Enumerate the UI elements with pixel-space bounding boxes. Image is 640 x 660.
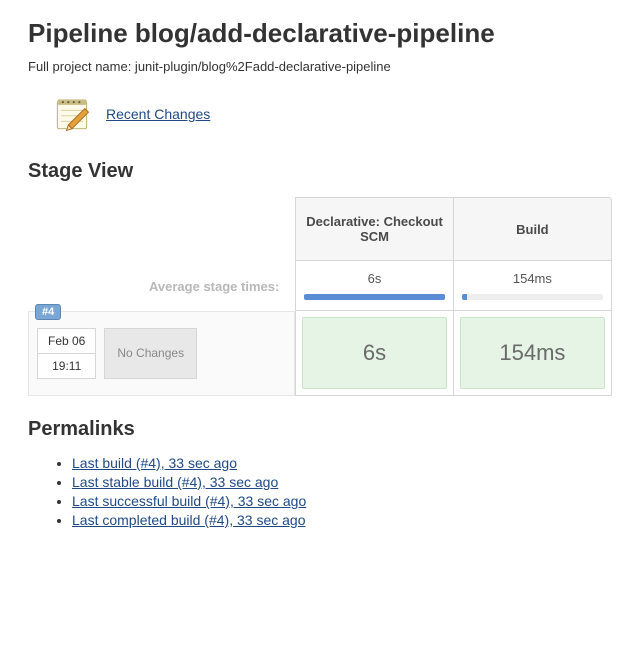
permalink-last-successful-build[interactable]: Last successful build (#4), 33 sec ago [72,493,306,509]
run-stage-cell[interactable]: 154ms [454,311,612,396]
no-changes-label: No Changes [104,328,197,379]
full-project-name: Full project name: junit-plugin/blog%2Fa… [28,59,612,74]
stage-duration: 6s [302,317,446,389]
avg-progress [304,294,444,300]
stage-view-heading: Stage View [28,160,612,183]
recent-changes-link[interactable]: Recent Changes [106,106,210,122]
stage-view: Declarative: Checkout SCM Build Average … [28,197,612,396]
avg-value: 6s [304,271,444,286]
stage-header: Declarative: Checkout SCM [295,197,453,261]
avg-progress [462,294,603,300]
permalink-last-build[interactable]: Last build (#4), 33 sec ago [72,455,237,471]
permalinks-heading: Permalinks [28,418,612,441]
avg-value: 154ms [462,271,603,286]
stage-duration: 154ms [460,317,605,389]
avg-progress-fill [462,294,468,300]
permalink-last-stable-build[interactable]: Last stable build (#4), 33 sec ago [72,474,278,490]
build-badge[interactable]: #4 [35,304,61,320]
permalink-last-completed-build[interactable]: Last completed build (#4), 33 sec ago [72,512,305,528]
permalinks: Permalinks Last build (#4), 33 sec ago L… [28,418,612,528]
stage-header: Build [454,197,612,261]
recent-changes-row: Recent Changes [50,92,612,136]
notepad-icon [50,92,94,136]
run-time: 19:11 [38,354,95,378]
run-date: Feb 06 [38,329,95,354]
avg-stage-cell: 154ms [454,261,612,311]
run-left-cell: #4 Feb 06 19:11 No Changes [28,311,295,396]
avg-progress-fill [304,294,444,300]
page-title: Pipeline blog/add-declarative-pipeline [28,18,612,49]
avg-stage-times-label: Average stage times: [28,261,295,311]
run-date-box: Feb 06 19:11 [37,328,96,379]
avg-stage-cell: 6s [295,261,453,311]
run-stage-cell[interactable]: 6s [295,311,453,396]
